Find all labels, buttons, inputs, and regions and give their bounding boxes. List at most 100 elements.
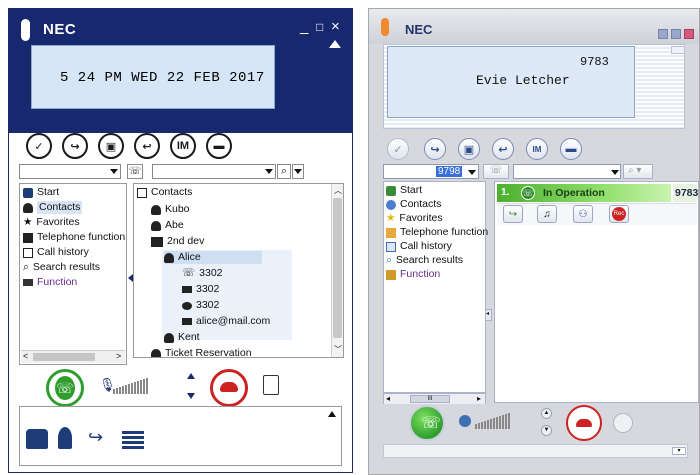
expand-arrow-icon[interactable]: ▾: [672, 447, 686, 455]
volume-up-icon[interactable]: ▲: [541, 408, 552, 419]
tree-item-start[interactable]: Start: [386, 184, 422, 197]
scroll-left-icon[interactable]: ◂: [386, 394, 390, 403]
volume-down-icon[interactable]: ▼: [541, 425, 552, 436]
camera-phone-icon[interactable]: ▣: [98, 133, 124, 159]
tree-item-search-results[interactable]: ⌕ Search results: [386, 254, 463, 267]
tree-item-search-results[interactable]: ⌕ Search results: [23, 261, 100, 274]
voicemail-icon[interactable]: ▬: [206, 133, 232, 159]
scroll-right-icon[interactable]: >: [116, 351, 121, 361]
horizontal-scrollbar[interactable]: < >: [21, 350, 125, 363]
im-icon[interactable]: IM: [526, 138, 548, 160]
tree-item-function[interactable]: Function: [23, 276, 77, 289]
list-icon[interactable]: [122, 431, 144, 449]
tree-item-telephone-function[interactable]: Telephone function: [23, 231, 125, 244]
scroll-up-icon[interactable]: ︿: [334, 185, 342, 196]
star-icon: ★: [23, 216, 33, 228]
im-icon[interactable]: IM: [170, 133, 196, 159]
call-back-icon[interactable]: ↩: [134, 133, 160, 159]
search-combo[interactable]: [513, 164, 621, 179]
volume-slider[interactable]: [475, 413, 510, 429]
minimize-button[interactable]: _: [300, 18, 308, 35]
status-pill-icon: [381, 18, 389, 36]
scroll-thumb[interactable]: III: [410, 395, 450, 403]
call-status-bar[interactable]: 1. ☏ In Operation: [497, 184, 671, 202]
contact-alice-chat[interactable]: 3302: [182, 299, 219, 312]
tree-item-contacts[interactable]: Contacts: [23, 201, 83, 214]
contact-kent[interactable]: Kent: [164, 331, 200, 344]
contact-alice[interactable]: Alice: [164, 251, 262, 264]
tree-item-telephone-function[interactable]: Telephone function: [386, 226, 488, 239]
hold-music-button[interactable]: ♫: [537, 205, 557, 223]
volume-slider[interactable]: [113, 378, 148, 394]
dial-phone-icon[interactable]: ☏: [127, 164, 143, 179]
record-button[interactable]: Rec: [609, 205, 629, 223]
scroll-down-icon[interactable]: ﹀: [334, 344, 342, 355]
collapse-display-button[interactable]: [671, 46, 685, 54]
memo-icon[interactable]: [613, 413, 633, 433]
camera-phone-icon[interactable]: ▣: [458, 138, 480, 160]
volume-down-icon[interactable]: [187, 393, 195, 399]
person-status-icon[interactable]: [58, 427, 72, 449]
function-folder-icon: [23, 279, 33, 286]
hang-up-button[interactable]: [210, 369, 248, 407]
tree-item-function[interactable]: Function: [386, 268, 440, 281]
call-transfer-icon[interactable]: ↪: [88, 427, 103, 448]
display-number: 9783: [580, 55, 609, 69]
search-button[interactable]: ⌕ ▾: [623, 164, 653, 179]
memo-icon[interactable]: [263, 375, 279, 395]
splitter-handle[interactable]: ◂: [485, 309, 492, 321]
call-forward-icon[interactable]: ↪: [424, 138, 446, 160]
hang-up-button[interactable]: [566, 405, 602, 441]
contact-alice-im[interactable]: 3302: [182, 283, 219, 296]
close-button[interactable]: ×: [331, 18, 340, 35]
close-button[interactable]: [684, 29, 694, 39]
scroll-thumb[interactable]: [33, 353, 95, 361]
tree-item-start[interactable]: Start: [23, 186, 59, 199]
checkmark-icon[interactable]: ✓: [387, 138, 409, 160]
minimize-button[interactable]: [658, 29, 668, 39]
collapse-arrow-icon[interactable]: [329, 40, 341, 48]
line-select[interactable]: [19, 164, 121, 179]
contact-alice-phone[interactable]: ☏ 3302: [182, 267, 223, 280]
contact-ticket-reservation[interactable]: Ticket Reservation: [151, 347, 252, 357]
dial-phone-icon[interactable]: ☏: [483, 164, 509, 179]
maximize-button[interactable]: [671, 29, 681, 39]
scroll-right-icon[interactable]: ▸: [477, 394, 481, 403]
scroll-thumb[interactable]: [333, 198, 342, 338]
volume-up-icon[interactable]: [187, 373, 195, 379]
voicemail-icon[interactable]: ▬: [560, 138, 582, 160]
contact-abe[interactable]: Abe: [151, 219, 184, 232]
tree-item-favorites[interactable]: ★ Favorites: [386, 212, 443, 225]
person-icon: [151, 348, 161, 357]
call-back-icon[interactable]: ↩: [492, 138, 514, 160]
dropdown-arrow-icon: [468, 170, 476, 175]
tree-item-call-history[interactable]: Call history: [386, 240, 452, 253]
search-options-dropdown[interactable]: [292, 164, 304, 179]
tree-item-call-history[interactable]: Call history: [23, 246, 89, 259]
checkmark-icon[interactable]: ✓: [26, 133, 52, 159]
microphone-icon[interactable]: [459, 415, 471, 427]
contact-alice-email[interactable]: alice@mail.com: [182, 315, 270, 328]
telephone-function-icon: [23, 232, 33, 243]
search-results-icon: ⌕: [386, 254, 392, 266]
contact-group-2nd-dev[interactable]: 2nd dev: [151, 235, 204, 248]
contact-kubo[interactable]: Kubo: [151, 203, 190, 216]
search-icon[interactable]: ⌕: [277, 164, 291, 179]
tree-item-contacts[interactable]: Contacts: [386, 198, 441, 211]
search-combo[interactable]: [152, 164, 276, 179]
line-select[interactable]: 9798: [383, 164, 479, 179]
presence-icon[interactable]: [26, 429, 48, 449]
call-status-text: In Operation: [543, 187, 605, 199]
expand-arrow-icon[interactable]: [328, 411, 336, 417]
contacts-scrollbar[interactable]: ︿ ﹀: [331, 184, 343, 357]
answer-call-button[interactable]: ☏: [46, 369, 84, 407]
conference-button[interactable]: ⚇: [573, 205, 593, 223]
scroll-left-icon[interactable]: <: [23, 351, 28, 361]
display-name: Evie Letcher: [476, 73, 570, 88]
call-forward-icon[interactable]: ↪: [62, 133, 88, 159]
call-panel: 1. ☏ In Operation 9783 ↪ ♫ ⚇ Rec: [494, 181, 699, 403]
maximize-button[interactable]: □: [316, 20, 323, 34]
transfer-button[interactable]: ↪: [503, 205, 523, 223]
tree-item-favorites[interactable]: ★ Favorites: [23, 216, 80, 229]
answer-call-button[interactable]: ☏: [409, 405, 445, 441]
